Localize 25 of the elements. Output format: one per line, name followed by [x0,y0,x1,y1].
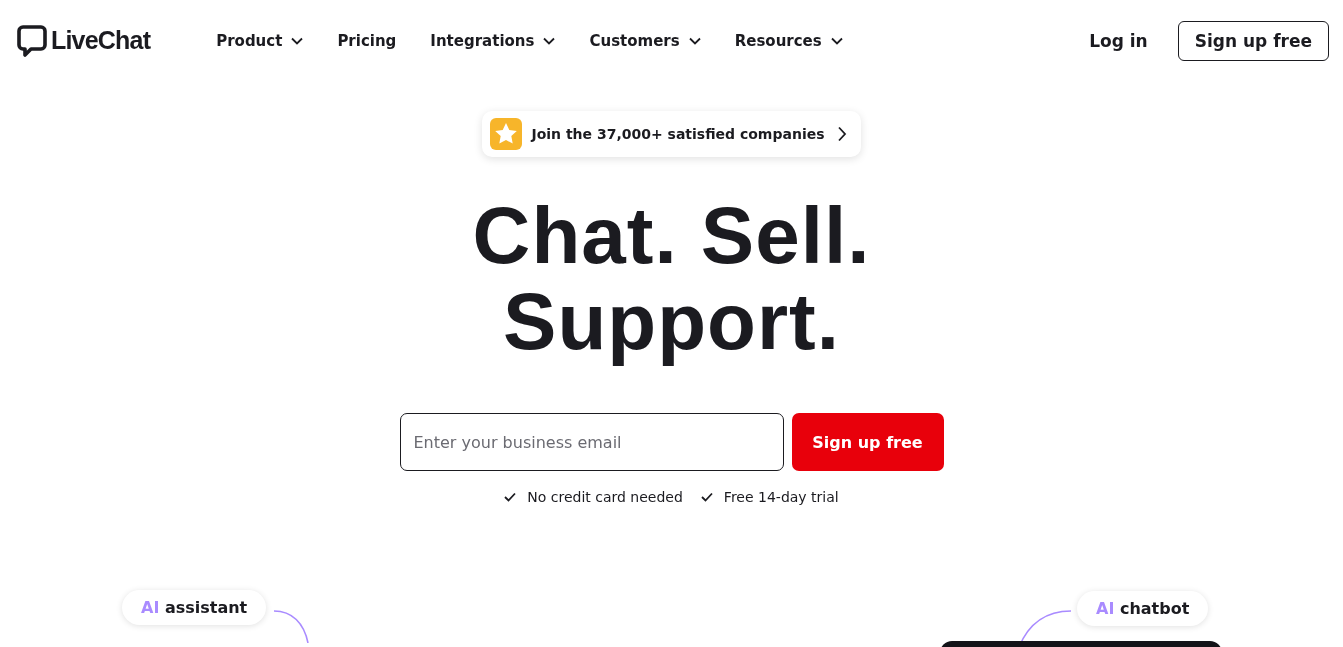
nav-link[interactable]: Product [216,31,304,50]
signup-button[interactable]: Sign up free [791,413,944,471]
companies-badge[interactable]: Join the 37,000+ satisfied companies [482,111,861,157]
chevron-down-icon [830,36,843,45]
brand-name[interactable]: LiveChat [51,26,151,55]
checkmark-icon [504,492,517,502]
feature-pill: AI chatbot [1077,591,1209,626]
nav-link[interactable]: Customers [589,31,701,50]
headline: Support. [503,279,840,365]
perk-text: No credit card needed [527,489,683,505]
signup-button[interactable]: Sign up free [1177,20,1329,61]
feature-pill: AI assistant [122,590,267,625]
nav-link[interactable]: Pricing [337,31,397,50]
chevron-down-icon [543,36,556,45]
login-link[interactable]: Log in [1089,30,1148,51]
nav-link[interactable]: Resources [734,31,843,50]
chevron-down-icon [688,36,701,45]
checkmark-icon [700,492,713,502]
headline: Chat. Sell. [472,193,871,279]
perk-text: Free 14-day trial [723,489,839,505]
chat-bubble-logo-icon [17,24,47,57]
email-field[interactable]: Enter your business email [399,413,784,471]
chevron-down-icon [291,36,304,45]
nav-link[interactable]: Integrations [430,31,556,50]
chevron-right-icon [836,126,847,142]
